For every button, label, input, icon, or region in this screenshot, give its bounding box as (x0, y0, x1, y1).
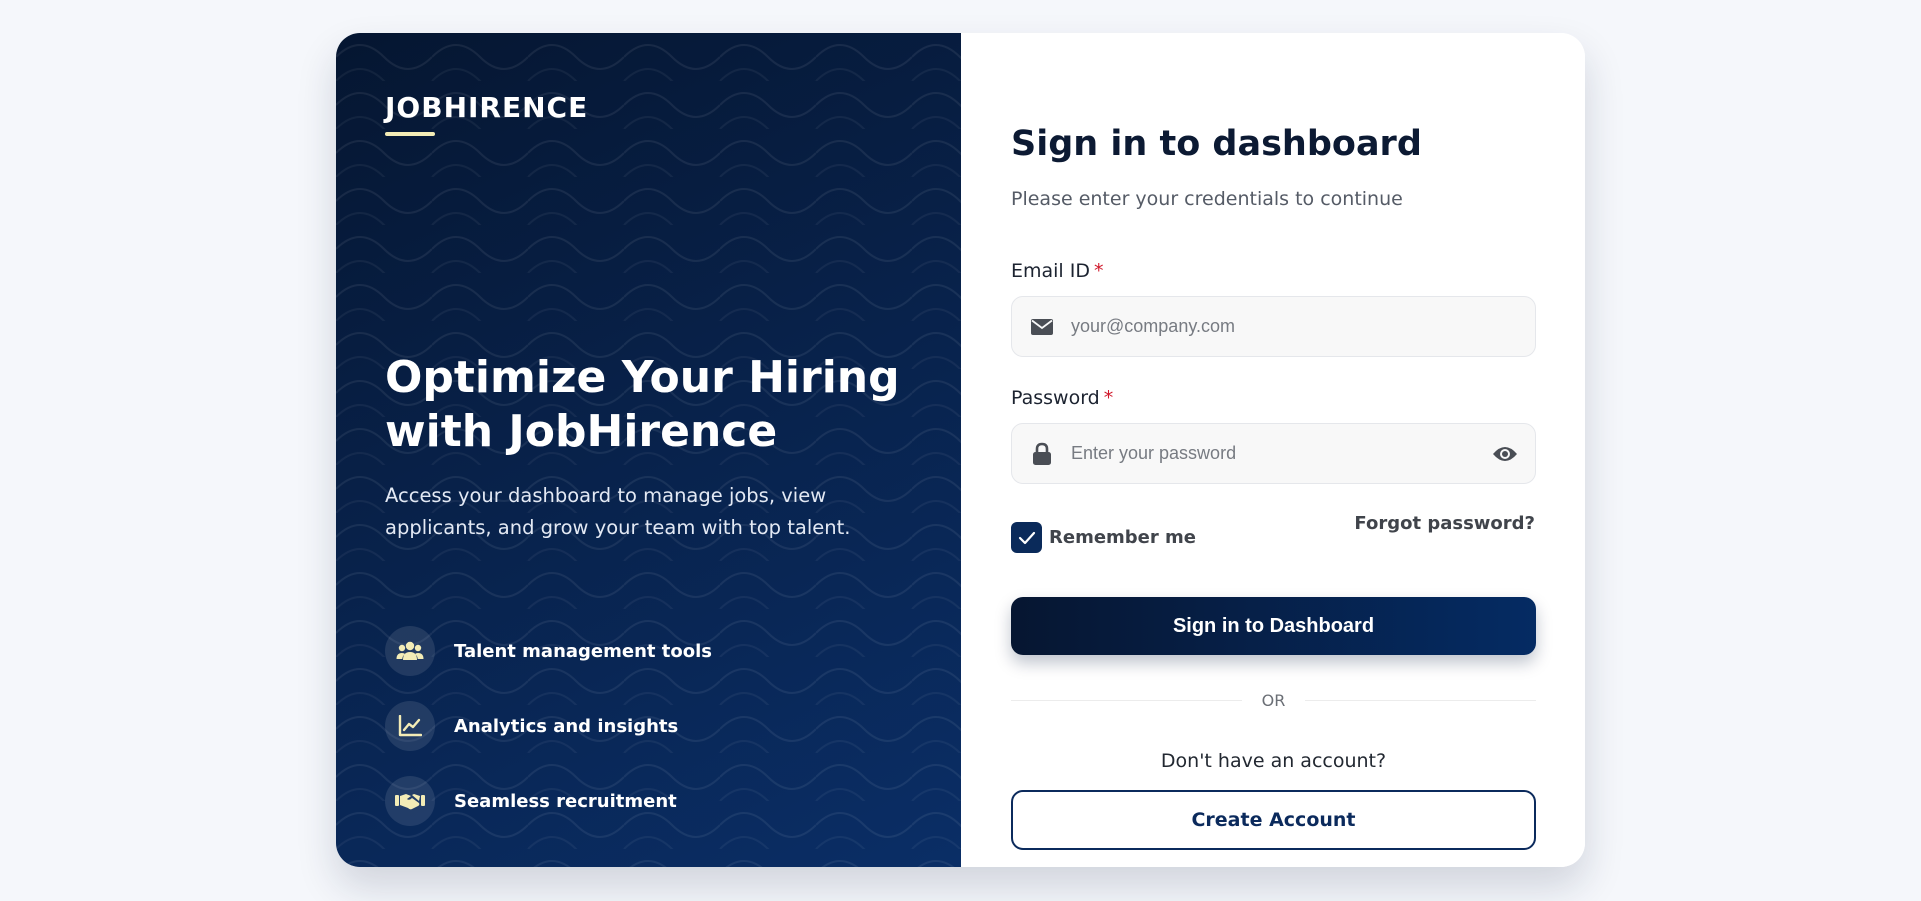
feature-item: Analytics and insights (385, 701, 712, 751)
or-divider: OR (1011, 691, 1536, 710)
email-input[interactable] (1071, 316, 1535, 337)
brand-logo: JOBHIRENCE (385, 91, 589, 124)
email-field (1011, 296, 1536, 357)
signin-button[interactable]: Sign in to Dashboard (1011, 597, 1536, 655)
lock-icon (1012, 442, 1071, 466)
feature-label: Seamless recruitment (454, 790, 677, 812)
password-field (1011, 423, 1536, 484)
chart-line-icon (385, 701, 435, 751)
required-mark: * (1103, 387, 1114, 409)
hero-title: Optimize Your Hiring with JobHirence (385, 352, 900, 457)
divider-line (1011, 700, 1242, 701)
feature-label: Analytics and insights (454, 715, 679, 737)
remember-label: Remember me (1049, 527, 1196, 548)
users-icon (385, 626, 435, 676)
envelope-icon (1012, 318, 1071, 335)
remember-checkbox[interactable] (1011, 522, 1042, 553)
no-account-text: Don't have an account? (1160, 750, 1387, 772)
forgot-password-link[interactable]: Forgot password? (1354, 513, 1535, 534)
feature-label: Talent management tools (454, 640, 712, 662)
password-label-text: Password (1011, 387, 1100, 409)
email-label: Email ID * (1011, 260, 1104, 282)
feature-list: Talent management tools Analytics and in… (385, 626, 712, 851)
brand-underline (385, 132, 435, 136)
remember-me[interactable]: Remember me (1011, 522, 1196, 553)
feature-item: Seamless recruitment (385, 776, 712, 826)
signin-panel: Sign in to dashboard Please enter your c… (961, 33, 1585, 867)
handshake-icon (385, 776, 435, 826)
email-label-text: Email ID (1011, 260, 1090, 282)
form-subtitle: Please enter your credentials to continu… (1011, 188, 1403, 210)
divider-label: OR (1261, 691, 1286, 710)
password-input[interactable] (1071, 443, 1475, 464)
password-label: Password * (1011, 387, 1113, 409)
eye-icon[interactable] (1475, 445, 1535, 463)
hero-subtitle: Access your dashboard to manage jobs, vi… (385, 484, 851, 539)
promo-panel: JOBHIRENCE Optimize Your Hiring with Job… (336, 33, 961, 867)
feature-item: Talent management tools (385, 626, 712, 676)
required-mark: * (1094, 260, 1104, 282)
form-title: Sign in to dashboard (1011, 124, 1422, 164)
create-account-button[interactable]: Create Account (1011, 790, 1536, 850)
divider-line (1305, 700, 1536, 701)
login-card: JOBHIRENCE Optimize Your Hiring with Job… (336, 33, 1585, 867)
